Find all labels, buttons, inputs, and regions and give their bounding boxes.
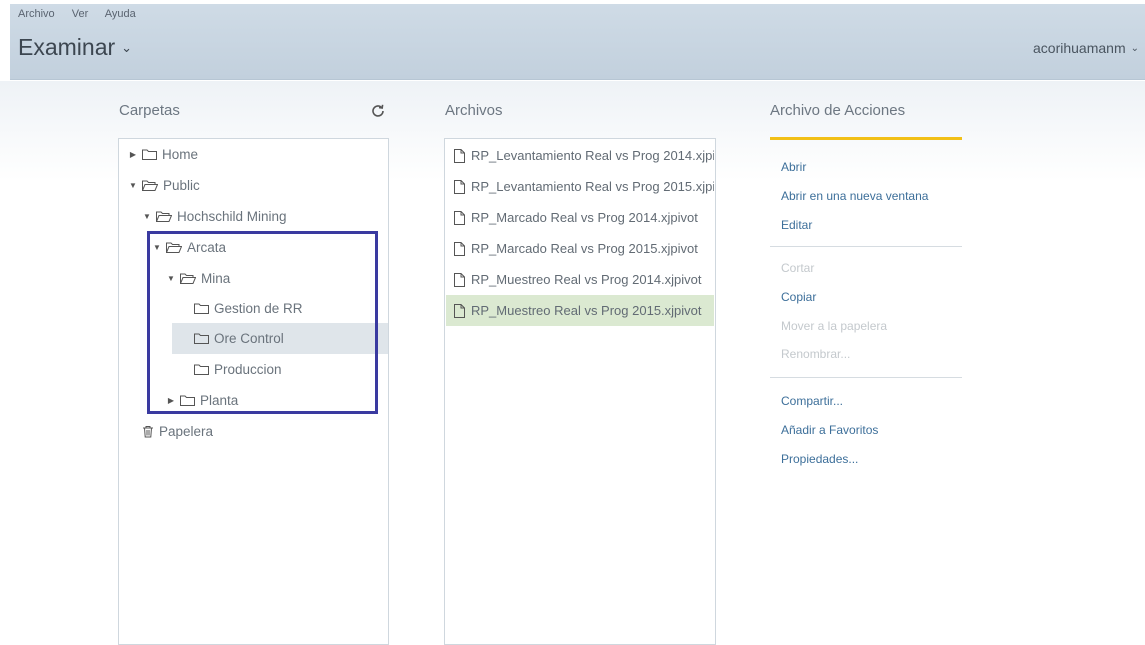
folder-open-icon bbox=[142, 180, 158, 191]
file-name: RP_Muestreo Real vs Prog 2014.xjpivot bbox=[471, 272, 702, 287]
action-open[interactable]: Abrir bbox=[781, 160, 806, 174]
file-icon bbox=[454, 272, 465, 287]
file-name: RP_Levantamiento Real vs Prog 2014.xjpiv… bbox=[471, 148, 714, 163]
file-row[interactable]: RP_Levantamiento Real vs Prog 2014.xjpiv… bbox=[446, 140, 714, 171]
top-bar: Archivo Ver Ayuda Examinar ⌄ acorihuaman… bbox=[10, 4, 1145, 80]
expand-icon[interactable]: ▶ bbox=[128, 139, 138, 170]
file-name: RP_Muestreo Real vs Prog 2015.xjpivot bbox=[471, 303, 702, 318]
folder-icon bbox=[194, 333, 209, 344]
folder-label: Hochschild Mining bbox=[177, 209, 287, 224]
action-edit[interactable]: Editar bbox=[781, 218, 812, 232]
chevron-down-icon: ⌄ bbox=[121, 39, 133, 55]
perspective-label: Examinar bbox=[18, 34, 116, 60]
files-heading: Archivos bbox=[445, 102, 503, 119]
expand-icon[interactable]: ▶ bbox=[166, 385, 176, 416]
folders-heading: Carpetas bbox=[119, 102, 180, 119]
action-move-to-trash[interactable]: Mover a la papelera bbox=[781, 319, 887, 333]
folder-hochschild-mining[interactable]: ▼ Hochschild Mining bbox=[142, 201, 287, 232]
divider bbox=[770, 246, 962, 247]
file-name: RP_Marcado Real vs Prog 2014.xjpivot bbox=[471, 210, 698, 225]
file-icon bbox=[454, 241, 465, 256]
action-copy[interactable]: Copiar bbox=[781, 290, 816, 304]
file-row[interactable]: RP_Marcado Real vs Prog 2015.xjpivot bbox=[446, 233, 714, 264]
action-properties[interactable]: Propiedades... bbox=[781, 452, 858, 466]
action-add-favorites[interactable]: Añadir a Favoritos bbox=[781, 423, 878, 437]
file-row[interactable]: RP_Marcado Real vs Prog 2014.xjpivot bbox=[446, 202, 714, 233]
file-row[interactable]: RP_Muestreo Real vs Prog 2014.xjpivot bbox=[446, 264, 714, 295]
files-panel: RP_Levantamiento Real vs Prog 2014.xjpiv… bbox=[444, 138, 716, 645]
collapse-icon[interactable]: ▼ bbox=[166, 263, 176, 294]
folder-icon bbox=[194, 303, 209, 314]
menu-ver[interactable]: Ver bbox=[72, 8, 89, 20]
actions-heading: Archivo de Acciones bbox=[770, 102, 906, 119]
collapse-icon[interactable]: ▼ bbox=[152, 232, 162, 263]
file-icon bbox=[454, 210, 465, 225]
folder-mina[interactable]: ▼ Mina bbox=[166, 263, 230, 294]
folder-papelera[interactable]: Papelera bbox=[138, 416, 213, 447]
action-rename[interactable]: Renombrar... bbox=[781, 347, 850, 361]
folder-label: Mina bbox=[201, 271, 231, 286]
menu-bar: Archivo Ver Ayuda bbox=[18, 8, 150, 20]
folder-open-icon bbox=[156, 211, 172, 222]
folder-label: Arcata bbox=[187, 240, 227, 255]
divider bbox=[770, 377, 962, 378]
folder-planta[interactable]: ▶ Planta bbox=[166, 385, 238, 416]
collapse-icon[interactable]: ▼ bbox=[142, 201, 152, 232]
action-open-new-window[interactable]: Abrir en una nueva ventana bbox=[781, 189, 928, 203]
trash-icon bbox=[142, 425, 154, 438]
action-cut[interactable]: Cortar bbox=[781, 261, 814, 275]
user-menu[interactable]: acorihuamanm ⌄ bbox=[1033, 40, 1139, 56]
folder-public[interactable]: ▼ Public bbox=[128, 170, 200, 201]
menu-archivo[interactable]: Archivo bbox=[18, 8, 55, 20]
chevron-down-icon: ⌄ bbox=[1130, 42, 1139, 54]
perspective-dropdown[interactable]: Examinar ⌄ bbox=[18, 34, 132, 61]
file-row[interactable]: RP_Levantamiento Real vs Prog 2015.xjpiv… bbox=[446, 171, 714, 202]
file-icon bbox=[454, 148, 465, 163]
folder-open-icon bbox=[166, 242, 182, 253]
folder-label: Planta bbox=[200, 393, 239, 408]
file-name: RP_Marcado Real vs Prog 2015.xjpivot bbox=[471, 241, 698, 256]
menu-ayuda[interactable]: Ayuda bbox=[105, 8, 136, 20]
folder-label: Gestion de RR bbox=[214, 301, 303, 316]
folder-gestion-de-rr[interactable]: Gestion de RR bbox=[180, 293, 303, 324]
refresh-icon[interactable] bbox=[370, 103, 386, 119]
action-share[interactable]: Compartir... bbox=[781, 394, 843, 408]
folder-label: Papelera bbox=[159, 424, 214, 439]
folder-open-icon bbox=[180, 273, 196, 284]
folder-home[interactable]: ▶ Home bbox=[128, 139, 198, 170]
folder-label: Public bbox=[163, 178, 200, 193]
folder-ore-control[interactable]: Ore Control bbox=[172, 323, 388, 354]
folder-arcata[interactable]: ▼ Arcata bbox=[152, 232, 226, 263]
folder-label: Ore Control bbox=[214, 331, 284, 346]
folder-icon bbox=[142, 149, 157, 160]
folder-icon bbox=[194, 364, 209, 375]
file-icon bbox=[454, 179, 465, 194]
actions-accent-bar bbox=[770, 137, 962, 140]
file-name: RP_Levantamiento Real vs Prog 2015.xjpiv… bbox=[471, 179, 714, 194]
folder-produccion[interactable]: Produccion bbox=[180, 354, 282, 385]
folder-label: Home bbox=[162, 147, 199, 162]
user-name: acorihuamanm bbox=[1033, 40, 1126, 56]
collapse-icon[interactable]: ▼ bbox=[128, 170, 138, 201]
folder-label: Produccion bbox=[214, 362, 282, 377]
folder-icon bbox=[180, 395, 195, 406]
file-icon bbox=[454, 303, 465, 318]
file-row-selected[interactable]: RP_Muestreo Real vs Prog 2015.xjpivot bbox=[446, 295, 714, 326]
